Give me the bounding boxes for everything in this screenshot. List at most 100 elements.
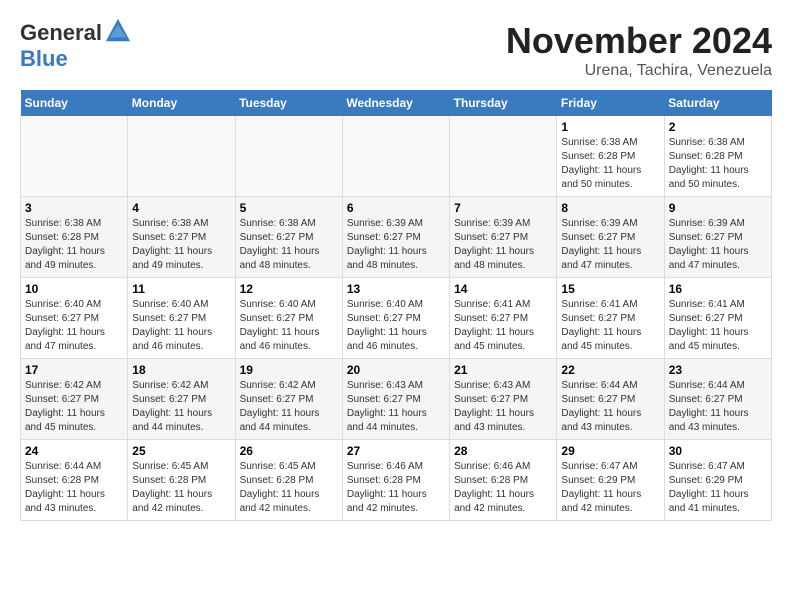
day-info: Sunrise: 6:45 AM Sunset: 6:28 PM Dayligh… (132, 460, 230, 516)
day-number: 28 (454, 444, 552, 458)
calendar-cell: 1 Sunrise: 6:38 AM Sunset: 6:28 PM Daylig… (557, 116, 664, 197)
logo-icon (104, 17, 132, 45)
day-number: 12 (240, 282, 338, 296)
calendar-week-1: 1 Sunrise: 6:38 AM Sunset: 6:28 PM Daylig… (21, 116, 772, 197)
day-header-friday: Friday (557, 90, 664, 116)
day-number: 25 (132, 444, 230, 458)
calendar-week-3: 10 Sunrise: 6:40 AM Sunset: 6:27 PM Dayli… (21, 278, 772, 359)
day-header-sunday: Sunday (21, 90, 128, 116)
day-info: Sunrise: 6:38 AM Sunset: 6:27 PM Dayligh… (240, 217, 338, 273)
calendar-cell: 13 Sunrise: 6:40 AM Sunset: 6:27 PM Dayli… (342, 278, 449, 359)
day-number: 6 (347, 201, 445, 215)
calendar-cell (450, 116, 557, 197)
day-info: Sunrise: 6:43 AM Sunset: 6:27 PM Dayligh… (347, 379, 445, 435)
calendar-cell: 15 Sunrise: 6:41 AM Sunset: 6:27 PM Dayli… (557, 278, 664, 359)
calendar-cell: 18Sunrise: 6:42 AM Sunset: 6:27 PM Dayli… (128, 359, 235, 440)
day-info: Sunrise: 6:38 AM Sunset: 6:27 PM Dayligh… (132, 217, 230, 273)
logo: General Blue (20, 20, 132, 72)
day-info: Sunrise: 6:39 AM Sunset: 6:27 PM Dayligh… (454, 217, 552, 273)
day-number: 8 (561, 201, 659, 215)
day-info: Sunrise: 6:44 AM Sunset: 6:27 PM Dayligh… (561, 379, 659, 435)
calendar-cell: 25 Sunrise: 6:45 AM Sunset: 6:28 PM Dayli… (128, 440, 235, 521)
month-title: November 2024 (506, 20, 772, 62)
day-number: 22 (561, 363, 659, 377)
calendar-cell: 28 Sunrise: 6:46 AM Sunset: 6:28 PM Dayli… (450, 440, 557, 521)
day-number: 17 (25, 363, 123, 377)
day-number: 15 (561, 282, 659, 296)
day-info: Sunrise: 6:46 AM Sunset: 6:28 PM Dayligh… (347, 460, 445, 516)
day-info: Sunrise: 6:47 AM Sunset: 6:29 PM Dayligh… (669, 460, 767, 516)
day-info: Sunrise: 6:39 AM Sunset: 6:27 PM Dayligh… (561, 217, 659, 273)
day-number: 1 (561, 120, 659, 134)
calendar-header: SundayMondayTuesdayWednesdayThursdayFrid… (21, 90, 772, 116)
day-number: 11 (132, 282, 230, 296)
calendar-table: SundayMondayTuesdayWednesdayThursdayFrid… (20, 90, 772, 521)
calendar-cell: 23 Sunrise: 6:44 AM Sunset: 6:27 PM Dayli… (664, 359, 771, 440)
day-info: Sunrise: 6:47 AM Sunset: 6:29 PM Dayligh… (561, 460, 659, 516)
day-number: 10 (25, 282, 123, 296)
day-info: Sunrise: 6:40 AM Sunset: 6:27 PM Dayligh… (240, 298, 338, 354)
calendar-cell: 17 Sunrise: 6:42 AM Sunset: 6:27 PM Dayli… (21, 359, 128, 440)
day-info: Sunrise: 6:40 AM Sunset: 6:27 PM Dayligh… (347, 298, 445, 354)
day-number: 20 (347, 363, 445, 377)
day-number: 4 (132, 201, 230, 215)
day-number: 26 (240, 444, 338, 458)
day-info: Sunrise: 6:40 AM Sunset: 6:27 PM Dayligh… (25, 298, 123, 354)
day-header-monday: Monday (128, 90, 235, 116)
header: General Blue November 2024 Urena, Tachir… (20, 20, 772, 80)
day-info: Sunrise: 6:41 AM Sunset: 6:27 PM Dayligh… (669, 298, 767, 354)
day-info: Sunrise: 6:40 AM Sunset: 6:27 PM Dayligh… (132, 298, 230, 354)
calendar-cell: 26Sunrise: 6:45 AM Sunset: 6:28 PM Dayli… (235, 440, 342, 521)
calendar-cell: 21 Sunrise: 6:43 AM Sunset: 6:27 PM Dayli… (450, 359, 557, 440)
calendar-cell: 19 Sunrise: 6:42 AM Sunset: 6:27 PM Dayli… (235, 359, 342, 440)
day-info: Sunrise: 6:46 AM Sunset: 6:28 PM Dayligh… (454, 460, 552, 516)
calendar-cell (21, 116, 128, 197)
calendar-cell: 29 Sunrise: 6:47 AM Sunset: 6:29 PM Dayli… (557, 440, 664, 521)
logo-general-text: General (20, 20, 102, 46)
day-info: Sunrise: 6:38 AM Sunset: 6:28 PM Dayligh… (25, 217, 123, 273)
calendar-cell (235, 116, 342, 197)
calendar-week-4: 17 Sunrise: 6:42 AM Sunset: 6:27 PM Dayli… (21, 359, 772, 440)
day-info: Sunrise: 6:44 AM Sunset: 6:27 PM Dayligh… (669, 379, 767, 435)
day-info: Sunrise: 6:41 AM Sunset: 6:27 PM Dayligh… (561, 298, 659, 354)
day-number: 29 (561, 444, 659, 458)
day-number: 24 (25, 444, 123, 458)
calendar-cell: 10 Sunrise: 6:40 AM Sunset: 6:27 PM Dayli… (21, 278, 128, 359)
calendar-cell: 3 Sunrise: 6:38 AM Sunset: 6:28 PM Daylig… (21, 197, 128, 278)
calendar-cell: 11 Sunrise: 6:40 AM Sunset: 6:27 PM Dayli… (128, 278, 235, 359)
day-info: Sunrise: 6:44 AM Sunset: 6:28 PM Dayligh… (25, 460, 123, 516)
day-number: 7 (454, 201, 552, 215)
calendar-week-5: 24 Sunrise: 6:44 AM Sunset: 6:28 PM Dayli… (21, 440, 772, 521)
calendar-cell: 14Sunrise: 6:41 AM Sunset: 6:27 PM Dayli… (450, 278, 557, 359)
day-number: 21 (454, 363, 552, 377)
calendar-cell: 12 Sunrise: 6:40 AM Sunset: 6:27 PM Dayli… (235, 278, 342, 359)
calendar-cell (128, 116, 235, 197)
calendar-cell: 24 Sunrise: 6:44 AM Sunset: 6:28 PM Dayli… (21, 440, 128, 521)
calendar-cell: 8 Sunrise: 6:39 AM Sunset: 6:27 PM Daylig… (557, 197, 664, 278)
day-info: Sunrise: 6:42 AM Sunset: 6:27 PM Dayligh… (240, 379, 338, 435)
day-number: 18 (132, 363, 230, 377)
calendar-cell: 4 Sunrise: 6:38 AM Sunset: 6:27 PM Daylig… (128, 197, 235, 278)
calendar-cell: 6Sunrise: 6:39 AM Sunset: 6:27 PM Daylig… (342, 197, 449, 278)
calendar-week-2: 3 Sunrise: 6:38 AM Sunset: 6:28 PM Daylig… (21, 197, 772, 278)
day-info: Sunrise: 6:42 AM Sunset: 6:27 PM Dayligh… (25, 379, 123, 435)
day-header-saturday: Saturday (664, 90, 771, 116)
day-number: 5 (240, 201, 338, 215)
day-number: 16 (669, 282, 767, 296)
calendar-cell: 16 Sunrise: 6:41 AM Sunset: 6:27 PM Dayli… (664, 278, 771, 359)
calendar-cell (342, 116, 449, 197)
day-number: 19 (240, 363, 338, 377)
day-header-thursday: Thursday (450, 90, 557, 116)
calendar-cell: 2Sunrise: 6:38 AM Sunset: 6:28 PM Daylig… (664, 116, 771, 197)
day-info: Sunrise: 6:43 AM Sunset: 6:27 PM Dayligh… (454, 379, 552, 435)
calendar-cell: 7 Sunrise: 6:39 AM Sunset: 6:27 PM Daylig… (450, 197, 557, 278)
day-info: Sunrise: 6:38 AM Sunset: 6:28 PM Dayligh… (561, 136, 659, 192)
title-block: November 2024 Urena, Tachira, Venezuela (506, 20, 772, 80)
logo-blue-text: Blue (20, 46, 68, 72)
day-number: 30 (669, 444, 767, 458)
day-number: 27 (347, 444, 445, 458)
day-number: 2 (669, 120, 767, 134)
day-number: 3 (25, 201, 123, 215)
day-number: 23 (669, 363, 767, 377)
day-number: 13 (347, 282, 445, 296)
